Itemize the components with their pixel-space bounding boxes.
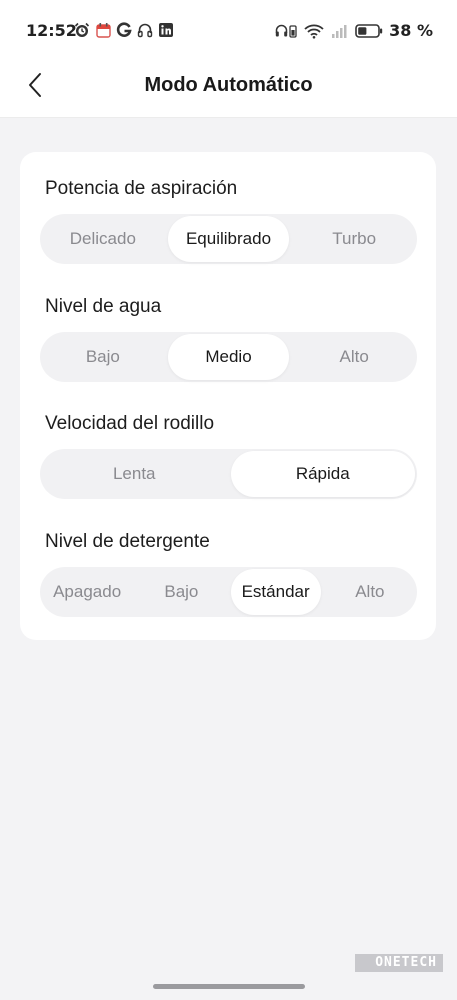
option-turbo[interactable]: Turbo <box>293 216 415 262</box>
battery-icon <box>355 22 383 40</box>
battery-percent: 38 % <box>389 21 433 40</box>
option-lenta[interactable]: Lenta <box>42 451 227 497</box>
status-time: 12:52 <box>26 21 77 40</box>
linkedin-icon <box>158 21 174 39</box>
water-level-section: Nivel de agua Bajo Medio Alto <box>40 294 417 382</box>
watermark-logo: ONETECH <box>355 954 443 972</box>
option-rapida[interactable]: Rápida <box>230 451 415 497</box>
alarm-icon <box>74 21 90 39</box>
option-bajo[interactable]: Bajo <box>42 334 164 380</box>
home-indicator[interactable] <box>153 984 305 989</box>
section-label: Nivel de detergente <box>45 531 210 552</box>
suction-power-section: Potencia de aspiración Delicado Equilibr… <box>40 176 417 264</box>
calendar-icon <box>95 21 111 39</box>
option-delicado[interactable]: Delicado <box>42 216 164 262</box>
option-estandar[interactable]: Estándar <box>230 569 321 615</box>
app-header: Modo Automático <box>0 60 457 118</box>
option-equilibrado[interactable]: Equilibrado <box>167 216 290 262</box>
signal-icon <box>331 22 349 40</box>
option-bajo[interactable]: Bajo <box>136 569 226 615</box>
option-apagado[interactable]: Apagado <box>42 569 132 615</box>
settings-card: Potencia de aspiración Delicado Equilibr… <box>20 152 436 640</box>
detergent-level-selector: Apagado Bajo Estándar Alto <box>40 567 417 617</box>
g-icon <box>116 21 132 39</box>
watermark-text: ONETECH <box>373 954 443 972</box>
section-label: Nivel de agua <box>45 296 162 317</box>
headphones-icon <box>137 21 153 39</box>
section-label: Velocidad del rodillo <box>45 413 215 434</box>
notification-icons <box>74 21 174 39</box>
section-label: Potencia de aspiración <box>45 178 238 199</box>
water-level-selector: Bajo Medio Alto <box>40 332 417 382</box>
roller-speed-selector: Lenta Rápida <box>40 449 417 499</box>
suction-power-selector: Delicado Equilibrado Turbo <box>40 214 417 264</box>
option-medio[interactable]: Medio <box>167 334 290 380</box>
detergent-level-section: Nivel de detergente Apagado Bajo Estánda… <box>40 529 417 617</box>
wifi-icon <box>303 22 325 40</box>
headset-battery-icon <box>275 22 297 40</box>
roller-speed-section: Velocidad del rodillo Lenta Rápida <box>40 411 417 499</box>
option-alto[interactable]: Alto <box>325 569 415 615</box>
system-icons: 38 % <box>275 21 433 40</box>
status-bar: 12:52 38 % <box>0 0 457 60</box>
watermark-square-icon <box>355 954 374 972</box>
page-title: Modo Automático <box>144 74 313 96</box>
option-alto[interactable]: Alto <box>293 334 415 380</box>
